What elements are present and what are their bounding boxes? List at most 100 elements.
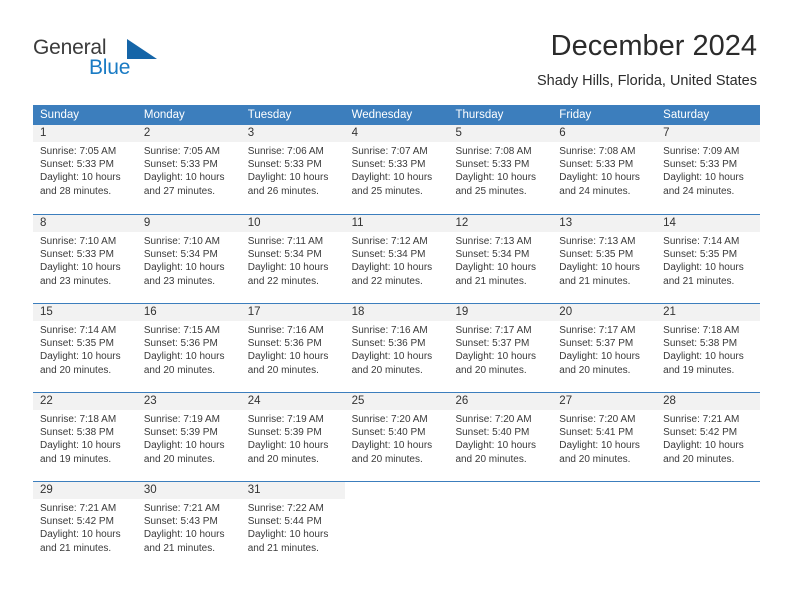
daylight-text-line2: and 22 minutes. xyxy=(247,275,319,287)
week-row: 8 Sunrise: 7:10 AM Sunset: 5:33 PM Dayli… xyxy=(33,214,761,303)
day-cell[interactable]: 10 Sunrise: 7:11 AM Sunset: 5:34 PM Dayl… xyxy=(240,215,345,303)
day-info: Sunrise: 7:17 AM Sunset: 5:37 PM Dayligh… xyxy=(448,321,552,377)
day-number-band xyxy=(448,482,552,499)
weekday-monday: Monday xyxy=(143,109,185,121)
day-number-band: 9 xyxy=(136,215,241,232)
day-cell[interactable]: 2 Sunrise: 7:05 AM Sunset: 5:33 PM Dayli… xyxy=(136,125,241,214)
day-cell[interactable]: 3 Sunrise: 7:06 AM Sunset: 5:33 PM Dayli… xyxy=(240,125,345,214)
day-cell[interactable]: 18 Sunrise: 7:16 AM Sunset: 5:36 PM Dayl… xyxy=(344,304,449,392)
day-info: Sunrise: 7:06 AM Sunset: 5:33 PM Dayligh… xyxy=(241,142,345,198)
day-cell-empty xyxy=(448,482,553,570)
daylight-text-line1: Daylight: 10 hours xyxy=(247,262,329,274)
daylight-text-line1: Daylight: 10 hours xyxy=(143,351,225,363)
daylight-text-line1: Daylight: 10 hours xyxy=(559,262,640,274)
day-cell[interactable]: 28 Sunrise: 7:21 AM Sunset: 5:42 PM Dayl… xyxy=(656,393,761,481)
sunrise-text: Sunrise: 7:14 AM xyxy=(40,325,117,336)
daylight-text-line1: Daylight: 10 hours xyxy=(455,351,537,363)
sunrise-text: Sunrise: 7:17 AM xyxy=(455,325,532,336)
day-cell[interactable]: 12 Sunrise: 7:13 AM Sunset: 5:34 PM Dayl… xyxy=(448,215,553,303)
sunset-text: Sunset: 5:42 PM xyxy=(663,427,738,439)
day-number: 23 xyxy=(143,395,157,407)
day-number: 21 xyxy=(663,306,676,318)
daylight-text-line2: and 19 minutes. xyxy=(663,364,735,376)
daylight-text-line2: and 21 minutes. xyxy=(559,275,631,287)
daylight-text-line1: Daylight: 10 hours xyxy=(351,172,433,184)
day-cell[interactable]: 24 Sunrise: 7:19 AM Sunset: 5:39 PM Dayl… xyxy=(240,393,345,481)
sunrise-text: Sunrise: 7:21 AM xyxy=(663,414,740,425)
day-info: Sunrise: 7:18 AM Sunset: 5:38 PM Dayligh… xyxy=(33,410,137,466)
sunrise-text: Sunrise: 7:15 AM xyxy=(143,325,221,336)
daylight-text-line2: and 20 minutes. xyxy=(455,364,527,376)
daylight-text-line2: and 20 minutes. xyxy=(559,364,631,376)
day-number: 6 xyxy=(559,127,566,139)
daylight-text-line2: and 24 minutes. xyxy=(663,185,735,197)
daylight-text-line2: and 20 minutes. xyxy=(351,453,423,465)
daylight-text-line2: and 21 minutes. xyxy=(247,542,319,554)
week-row: 22 Sunrise: 7:18 AM Sunset: 5:38 PM Dayl… xyxy=(33,392,761,481)
daylight-text-line2: and 22 minutes. xyxy=(351,275,423,287)
daylight-text-line1: Daylight: 10 hours xyxy=(559,172,640,184)
day-number: 15 xyxy=(40,306,53,318)
day-cell[interactable]: 5 Sunrise: 7:08 AM Sunset: 5:33 PM Dayli… xyxy=(448,125,553,214)
day-cell[interactable]: 21 Sunrise: 7:18 AM Sunset: 5:38 PM Dayl… xyxy=(656,304,761,392)
sunset-text: Sunset: 5:39 PM xyxy=(143,427,218,439)
sunset-text: Sunset: 5:34 PM xyxy=(455,249,530,261)
day-number: 18 xyxy=(351,306,365,318)
weekday-saturday: Saturday xyxy=(663,109,710,121)
daylight-text-line2: and 20 minutes. xyxy=(143,364,216,376)
day-number: 22 xyxy=(40,395,53,407)
sunrise-text: Sunrise: 7:12 AM xyxy=(351,236,428,247)
day-cell[interactable]: 9 Sunrise: 7:10 AM Sunset: 5:34 PM Dayli… xyxy=(136,215,241,303)
day-info: Sunrise: 7:21 AM Sunset: 5:42 PM Dayligh… xyxy=(656,410,760,466)
sunset-text: Sunset: 5:33 PM xyxy=(455,159,530,171)
day-cell[interactable]: 13 Sunrise: 7:13 AM Sunset: 5:35 PM Dayl… xyxy=(552,215,657,303)
sunset-text: Sunset: 5:33 PM xyxy=(351,159,426,171)
day-cell[interactable]: 7 Sunrise: 7:09 AM Sunset: 5:33 PM Dayli… xyxy=(656,125,761,214)
day-number-band: 17 xyxy=(240,304,345,321)
sunset-text: Sunset: 5:34 PM xyxy=(247,249,322,261)
day-cell[interactable]: 4 Sunrise: 7:07 AM Sunset: 5:33 PM Dayli… xyxy=(344,125,449,214)
day-cell[interactable]: 19 Sunrise: 7:17 AM Sunset: 5:37 PM Dayl… xyxy=(448,304,553,392)
sunrise-text: Sunrise: 7:14 AM xyxy=(663,236,740,247)
week-row: 15 Sunrise: 7:14 AM Sunset: 5:35 PM Dayl… xyxy=(33,303,761,392)
day-cell[interactable]: 31 Sunrise: 7:22 AM Sunset: 5:44 PM Dayl… xyxy=(240,482,345,570)
daylight-text-line2: and 19 minutes. xyxy=(40,453,112,465)
sunset-text: Sunset: 5:35 PM xyxy=(40,338,114,350)
day-cell[interactable]: 11 Sunrise: 7:12 AM Sunset: 5:34 PM Dayl… xyxy=(344,215,449,303)
day-info: Sunrise: 7:10 AM Sunset: 5:34 PM Dayligh… xyxy=(137,232,241,288)
daylight-text-line1: Daylight: 10 hours xyxy=(455,262,537,274)
general-blue-logo[interactable]: General Blue xyxy=(33,36,213,82)
day-number: 29 xyxy=(40,484,53,496)
day-number: 1 xyxy=(40,127,47,139)
daylight-text-line1: Daylight: 10 hours xyxy=(351,351,433,363)
day-cell-empty xyxy=(344,482,449,570)
day-cell[interactable]: 16 Sunrise: 7:15 AM Sunset: 5:36 PM Dayl… xyxy=(136,304,241,392)
day-cell[interactable]: 27 Sunrise: 7:20 AM Sunset: 5:41 PM Dayl… xyxy=(552,393,657,481)
day-number: 12 xyxy=(455,217,469,229)
day-cell[interactable]: 29 Sunrise: 7:21 AM Sunset: 5:42 PM Dayl… xyxy=(33,482,137,570)
day-cell[interactable]: 26 Sunrise: 7:20 AM Sunset: 5:40 PM Dayl… xyxy=(448,393,553,481)
day-cell[interactable]: 14 Sunrise: 7:14 AM Sunset: 5:35 PM Dayl… xyxy=(656,215,761,303)
sunset-text: Sunset: 5:33 PM xyxy=(40,159,114,171)
day-cell[interactable]: 6 Sunrise: 7:08 AM Sunset: 5:33 PM Dayli… xyxy=(552,125,657,214)
day-info: Sunrise: 7:08 AM Sunset: 5:33 PM Dayligh… xyxy=(448,142,552,198)
day-info: Sunrise: 7:21 AM Sunset: 5:42 PM Dayligh… xyxy=(33,499,137,555)
day-cell[interactable]: 25 Sunrise: 7:20 AM Sunset: 5:40 PM Dayl… xyxy=(344,393,449,481)
day-cell[interactable]: 8 Sunrise: 7:10 AM Sunset: 5:33 PM Dayli… xyxy=(33,215,137,303)
sunrise-text: Sunrise: 7:18 AM xyxy=(40,414,117,425)
day-cell[interactable]: 30 Sunrise: 7:21 AM Sunset: 5:43 PM Dayl… xyxy=(136,482,241,570)
day-cell[interactable]: 17 Sunrise: 7:16 AM Sunset: 5:36 PM Dayl… xyxy=(240,304,345,392)
daylight-text-line1: Daylight: 10 hours xyxy=(559,351,640,363)
day-number: 13 xyxy=(559,217,573,229)
day-cell[interactable]: 15 Sunrise: 7:14 AM Sunset: 5:35 PM Dayl… xyxy=(33,304,137,392)
daylight-text-line1: Daylight: 10 hours xyxy=(40,440,121,452)
day-cell[interactable]: 22 Sunrise: 7:18 AM Sunset: 5:38 PM Dayl… xyxy=(33,393,137,481)
day-cell[interactable]: 20 Sunrise: 7:17 AM Sunset: 5:37 PM Dayl… xyxy=(552,304,657,392)
daylight-text-line1: Daylight: 10 hours xyxy=(247,440,329,452)
day-cell[interactable]: 23 Sunrise: 7:19 AM Sunset: 5:39 PM Dayl… xyxy=(136,393,241,481)
daylight-text-line1: Daylight: 10 hours xyxy=(40,172,121,184)
daylight-text-line2: and 23 minutes. xyxy=(40,275,112,287)
sunrise-text: Sunrise: 7:10 AM xyxy=(40,236,117,247)
day-cell[interactable]: 1 Sunrise: 7:05 AM Sunset: 5:33 PM Dayli… xyxy=(33,125,137,214)
daylight-text-line2: and 20 minutes. xyxy=(559,453,631,465)
